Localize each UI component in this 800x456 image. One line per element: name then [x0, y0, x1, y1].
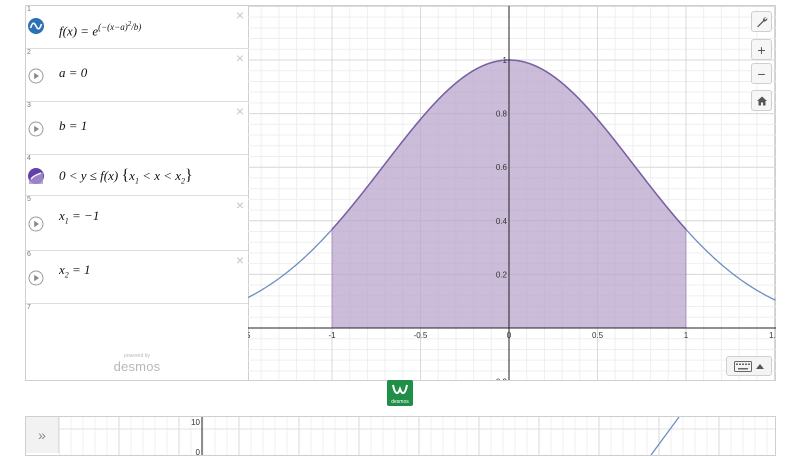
logo-label: desmos: [391, 399, 409, 405]
x-tick-label: 0.5: [592, 331, 604, 340]
x-tick-label: 0: [507, 331, 512, 340]
delete-expression-icon[interactable]: ×: [236, 51, 244, 65]
keypad-toggle-button[interactable]: [726, 356, 772, 376]
play-slider-icon[interactable]: [28, 68, 44, 84]
desmos-logo-icon: [392, 384, 408, 395]
expression-number: 2: [27, 49, 31, 56]
graphing-calculator: 1 f(x) = e(−(x−a)2/b) × 2 a = 0 × 3 b = …: [25, 5, 776, 381]
graph-canvas[interactable]: -3-2.5-2-1.5-1-0.500.511.522.53-0.20.20.…: [248, 6, 776, 380]
y-tick-label: 0: [196, 448, 201, 455]
delete-expression-icon[interactable]: ×: [236, 198, 244, 212]
expression-number: 5: [27, 196, 31, 203]
second-calculator: » 10 0: [25, 416, 776, 456]
x-tick-label: 1.5: [769, 331, 776, 340]
y-tick-label: 0.4: [496, 217, 508, 226]
expression-row-2[interactable]: 2 a = 0 ×: [26, 49, 248, 102]
expression-math[interactable]: x2 = 1: [59, 262, 91, 280]
expression-row-1[interactable]: 1 f(x) = e(−(x−a)2/b) ×: [26, 6, 248, 49]
expression-row-5[interactable]: 5 x1 = −1 ×: [26, 196, 248, 251]
y-tick-label: 0.8: [496, 110, 508, 119]
expression-math[interactable]: a = 0: [59, 65, 87, 81]
wrench-icon: [756, 16, 767, 27]
expression-row-7[interactable]: 7: [26, 304, 248, 336]
keyboard-icon: [734, 360, 752, 372]
second-graph-curve[interactable]: [650, 417, 680, 455]
expand-expressions-button[interactable]: »: [26, 417, 59, 453]
settings-wrench-button[interactable]: [751, 11, 772, 32]
caret-up-icon: [756, 364, 764, 369]
desmos-logo[interactable]: desmos: [387, 380, 413, 406]
x-tick-label: 1: [684, 331, 689, 340]
delete-expression-icon[interactable]: ×: [236, 104, 244, 118]
delete-expression-icon[interactable]: ×: [236, 253, 244, 267]
graph-curve-icon[interactable]: [28, 18, 44, 34]
expression-number: 6: [27, 251, 31, 258]
zoom-in-button[interactable]: +: [751, 39, 772, 60]
default-viewport-button[interactable]: [751, 90, 772, 111]
expression-math[interactable]: b = 1: [59, 118, 87, 134]
expression-row-3[interactable]: 3 b = 1 ×: [26, 102, 248, 155]
x-tick-label: -0.5: [414, 331, 428, 340]
expression-row-4[interactable]: 4 0 < y ≤ f(x) {x1 < x < x2}: [26, 155, 248, 196]
expression-math[interactable]: 0 < y ≤ f(x) {x1 < x < x2}: [59, 167, 193, 186]
expression-number: 7: [27, 304, 31, 311]
second-graph-canvas[interactable]: 10 0: [59, 417, 776, 455]
y-tick-label: 10: [191, 418, 200, 427]
y-tick-label: 1: [503, 56, 508, 65]
expression-number: 3: [27, 102, 31, 109]
y-tick-label: 0.6: [496, 163, 508, 172]
expression-list: 1 f(x) = e(−(x−a)2/b) × 2 a = 0 × 3 b = …: [26, 6, 249, 380]
expression-number: 4: [27, 155, 31, 162]
shaded-region-icon[interactable]: [28, 168, 44, 184]
powered-by-desmos[interactable]: powered by desmos: [26, 353, 248, 374]
desmos-wordmark: desmos: [113, 359, 161, 374]
play-slider-icon[interactable]: [28, 270, 44, 286]
home-icon: [756, 96, 767, 105]
y-tick-label: -0.2: [493, 378, 507, 380]
play-slider-icon[interactable]: [28, 121, 44, 137]
y-tick-label: 0.2: [496, 270, 508, 279]
delete-expression-icon[interactable]: ×: [236, 8, 244, 22]
zoom-out-button[interactable]: −: [751, 63, 772, 84]
expression-math[interactable]: x1 = −1: [59, 208, 99, 226]
expression-number: 1: [27, 6, 31, 13]
x-tick-label: -1: [328, 331, 336, 340]
graph-paper[interactable]: -3-2.5-2-1.5-1-0.500.511.522.53-0.20.20.…: [248, 6, 776, 380]
expression-row-6[interactable]: 6 x2 = 1 ×: [26, 251, 248, 304]
play-slider-icon[interactable]: [28, 216, 44, 232]
expression-math[interactable]: f(x) = e(−(x−a)2/b): [59, 20, 141, 39]
